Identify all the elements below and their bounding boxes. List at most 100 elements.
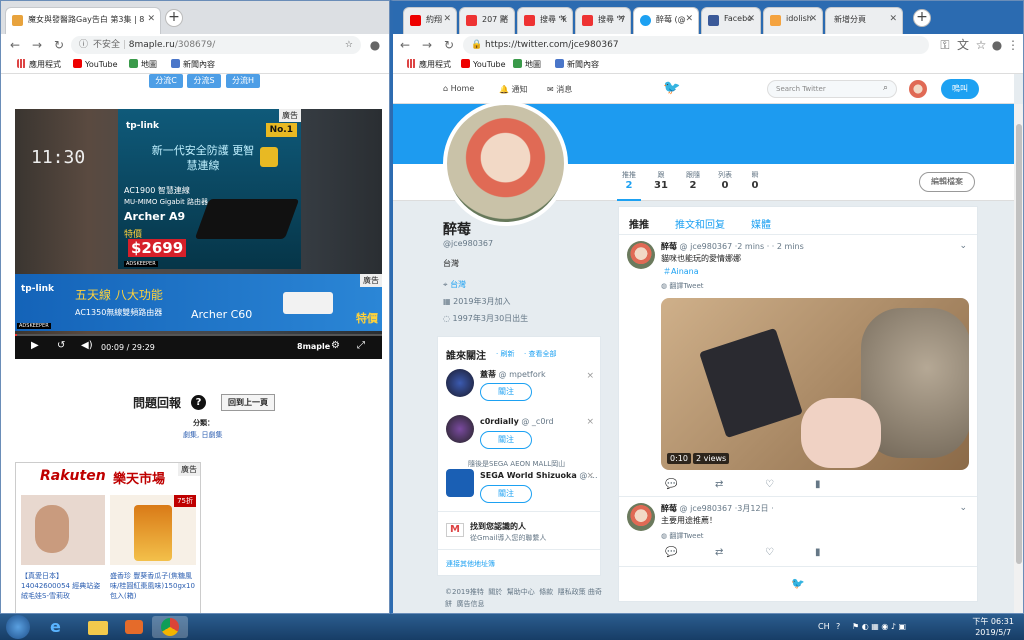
close-icon[interactable]: ✕ xyxy=(685,14,693,24)
help-icon[interactable]: ? xyxy=(836,622,840,631)
bookmark-news[interactable]: 新聞內容 xyxy=(555,59,599,70)
chevron-down-icon[interactable]: ⌄ xyxy=(959,241,967,251)
tweet-author[interactable]: 醉莓 xyxy=(661,504,677,513)
suggested-user-name[interactable]: SEGA World Shizuoka xyxy=(480,471,577,480)
suggested-user-name[interactable]: 蓋蒂 xyxy=(480,370,496,379)
reply-icon[interactable]: 💬 xyxy=(665,547,677,558)
tweet-button[interactable]: 嗚叫 xyxy=(941,79,979,99)
internet-explorer-icon[interactable]: e xyxy=(40,616,76,638)
edit-profile-button[interactable]: 編輯檔案 xyxy=(919,172,975,192)
media-player-icon[interactable] xyxy=(116,616,152,638)
suggested-user-name[interactable]: c0rdially xyxy=(480,417,519,426)
close-icon[interactable]: ✕ xyxy=(809,14,817,24)
stream-button-s[interactable]: 分流S xyxy=(187,74,221,88)
account-icon[interactable]: ● xyxy=(367,37,383,53)
stat-lists[interactable]: 列表 0 xyxy=(713,170,737,191)
play-icon[interactable]: ▶ xyxy=(31,340,39,351)
footer-link[interactable]: 廣告信息 xyxy=(456,600,484,608)
new-tab-button[interactable]: + xyxy=(913,9,931,27)
close-icon[interactable]: ✕ xyxy=(443,14,451,24)
search-input[interactable]: Search Twitter xyxy=(767,80,897,98)
tab-8maple[interactable]: 魔女與發醫路Gay告白 第3集 | 8 ✕ xyxy=(5,7,161,34)
forward-arrow-icon[interactable]: → xyxy=(29,37,45,53)
tab-tweets[interactable]: 推推 xyxy=(629,216,649,231)
close-icon[interactable]: ✕ xyxy=(617,14,625,24)
dismiss-icon[interactable]: × xyxy=(586,471,594,481)
view-all-link[interactable]: · 查看全部 xyxy=(524,349,556,359)
stat-followers[interactable]: 跟隨 2 xyxy=(681,170,705,191)
close-icon[interactable]: ✕ xyxy=(747,14,755,24)
account-icon[interactable]: ● xyxy=(989,37,1005,53)
reload-icon[interactable]: ↻ xyxy=(441,37,457,53)
menu-kebab-icon[interactable]: ⋮ xyxy=(1005,37,1021,53)
tab-4[interactable]: 搜尋 "7 ✕ xyxy=(575,7,631,34)
settings-gear-icon[interactable]: ⚙ xyxy=(331,340,340,351)
tab-3[interactable]: 搜尋 "k ✕ xyxy=(517,7,573,34)
bookmark-news[interactable]: 新聞內容 xyxy=(171,59,215,70)
reply-icon[interactable]: 💬 xyxy=(665,479,677,490)
star-icon[interactable]: ☆ xyxy=(973,37,989,53)
video-player[interactable]: 11:30 廣告 tp-link No.1 新一代安全防護 更智慧連線 AC19… xyxy=(15,109,382,359)
close-icon[interactable]: ✕ xyxy=(889,14,897,24)
follow-button[interactable]: 關注 xyxy=(480,485,532,503)
retweet-icon[interactable]: ⇄ xyxy=(715,547,723,558)
footer-link[interactable]: 隱私政策 xyxy=(558,588,586,596)
analytics-icon[interactable]: ▮ xyxy=(815,547,821,558)
back-arrow-icon[interactable]: ← xyxy=(397,37,413,53)
tweet-author[interactable]: 醉莓 xyxy=(661,242,677,251)
refresh-link[interactable]: · 刷新 xyxy=(496,349,514,359)
translate-link[interactable]: 翻譯Tweet xyxy=(669,282,703,290)
star-icon[interactable]: ☆ xyxy=(345,36,353,54)
avatar[interactable] xyxy=(446,369,474,397)
translate-icon[interactable]: 文 xyxy=(955,37,971,53)
product-link-2[interactable]: 盛香珍 豐葵香瓜子(焦糖風味/桂圓紅棗風味)150gx10包入(箱) xyxy=(110,571,196,601)
tab-2[interactable]: 207 點 ✕ xyxy=(459,7,515,34)
close-icon[interactable]: ✕ xyxy=(147,14,155,24)
video-progress-track[interactable] xyxy=(15,334,382,336)
stat-tweets[interactable]: 推推 2 xyxy=(617,170,641,201)
footer-link[interactable]: 幫助中心 xyxy=(507,588,535,596)
tplink-ad-c60[interactable]: 廣告 tp-link 五天線 八大功能 AC1350無線雙頻路由器 Archer… xyxy=(15,274,382,331)
search-icon[interactable]: ⌕ xyxy=(883,83,888,93)
address-bar[interactable]: 🔒 https://twitter.com/jce980367 xyxy=(463,36,929,54)
bookmark-apps[interactable]: 應用程式 xyxy=(407,59,451,70)
tab-new[interactable]: 新增分頁 ✕ xyxy=(825,7,903,34)
footer-link[interactable]: 條款 xyxy=(539,588,553,596)
avatar[interactable] xyxy=(627,241,655,269)
reload-icon[interactable]: ↻ xyxy=(51,37,67,53)
tab-idolish[interactable]: idolish ✕ xyxy=(763,7,823,34)
analytics-icon[interactable]: ▮ xyxy=(815,479,821,490)
tweet-2[interactable]: 醉莓 @ jce980367 ·3月12日 · ⌄ 主要用途推薦！ ◍ 翻譯Tw… xyxy=(619,497,977,567)
nav-notifications[interactable]: 🔔 通知 xyxy=(499,84,528,95)
tweet-time[interactable]: ·2 mins · · 2 mins xyxy=(735,242,804,251)
system-clock[interactable]: 下午 06:31 2019/5/7 xyxy=(972,616,1014,638)
footer-link[interactable]: ©2019推特 xyxy=(445,588,484,596)
stream-button-c[interactable]: 分流C xyxy=(149,74,183,88)
translate-link[interactable]: 翻譯Tweet xyxy=(669,532,703,540)
dismiss-icon[interactable]: × xyxy=(586,371,594,381)
back-arrow-icon[interactable]: ← xyxy=(7,37,23,53)
profile-avatar[interactable] xyxy=(443,101,568,226)
tab-tweets-replies[interactable]: 推文和回复 xyxy=(675,216,725,231)
bookmark-youtube[interactable]: YouTube xyxy=(461,59,506,69)
chevron-down-icon[interactable]: ⌄ xyxy=(959,503,967,513)
sega-avatar[interactable] xyxy=(446,469,474,497)
bookmark-apps[interactable]: 應用程式 xyxy=(17,59,61,70)
stat-moments[interactable]: 瞬0 xyxy=(743,170,767,191)
chrome-icon[interactable] xyxy=(152,616,188,638)
close-icon[interactable]: ✕ xyxy=(559,14,567,24)
profile-location[interactable]: 台灣 xyxy=(450,280,466,289)
scrollbar[interactable] xyxy=(1014,104,1023,613)
fullscreen-icon[interactable]: ⤢ xyxy=(357,340,365,351)
bookmark-maps[interactable]: 地圖 xyxy=(129,59,157,70)
footer-link[interactable]: 關於 xyxy=(488,588,502,596)
follow-button[interactable]: 關注 xyxy=(480,383,532,401)
avatar[interactable] xyxy=(909,80,927,98)
tplink-ad-a9[interactable]: 廣告 tp-link No.1 新一代安全防護 更智慧連線 AC1900 智慧連… xyxy=(118,109,301,269)
stream-button-h[interactable]: 分流H xyxy=(226,74,260,88)
volume-icon[interactable]: ◀) xyxy=(81,340,93,351)
dismiss-icon[interactable]: × xyxy=(586,417,594,427)
like-heart-icon[interactable]: ♡ xyxy=(765,547,774,558)
replay-icon[interactable]: ↺ xyxy=(57,340,65,351)
find-people-title[interactable]: 找到您認識的人 xyxy=(470,521,526,532)
